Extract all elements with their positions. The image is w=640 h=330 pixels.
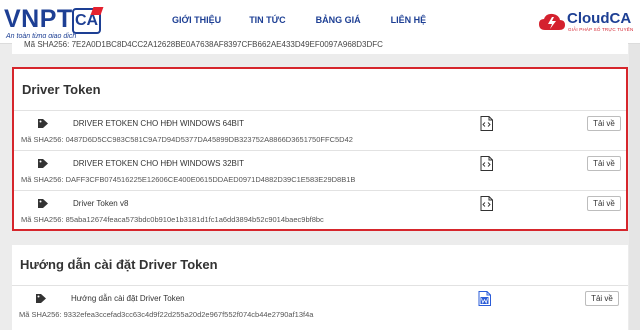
logo-ca-mark: CA [72,8,101,34]
download-item: DRIVER ETOKEN CHO HĐH WINDOWS 64BIT Mã S… [14,110,626,150]
section-title: Driver Token [22,82,101,97]
install-guide-section: Hướng dẫn cài đặt Driver Token Hướng dẫn… [12,245,628,330]
main-nav: GIỚI THIỆU TIN TỨC BẢNG GIÁ LIÊN HỆ [172,15,456,25]
sha256-text: Mã SHA256: DAFF3CFB074516225E12606CE400E… [21,175,356,184]
download-item: Driver Token v8 Mã SHA256: 85aba12674fea… [14,190,626,230]
download-button[interactable]: Tải về [587,196,621,211]
tag-icon [38,119,48,128]
download-button[interactable]: Tải về [587,116,621,131]
logo-text: VNPT [4,5,73,33]
tag-icon [38,199,48,208]
page-edge [629,44,640,330]
item-name: Hướng dẫn cài đặt Driver Token [71,294,185,303]
nav-item-about[interactable]: GIỚI THIỆU [172,15,221,25]
item-name: DRIVER ETOKEN CHO HĐH WINDOWS 32BIT [73,159,244,168]
download-item: DRIVER ETOKEN CHO HĐH WINDOWS 32BIT Mã S… [14,150,626,190]
previous-item-card: Mã SHA256: 7E2A0D1BC8D4CC2A12628BE0A7638… [12,38,628,54]
nav-item-news[interactable]: TIN TỨC [249,15,285,25]
word-document-icon [478,291,491,306]
section-title: Hướng dẫn cài đặt Driver Token [20,257,218,272]
tag-icon [36,294,46,303]
vnpt-ca-logo[interactable]: VNPT CA An toàn từng giao dịch [4,3,104,41]
item-name: Driver Token v8 [73,199,129,208]
cloudca-tagline: GIẢI PHÁP SỐ TRỰC TUYẾN [568,27,634,32]
download-button[interactable]: Tải về [585,291,619,306]
sha256-text: Mã SHA256: 85aba12674feaca573bdc0b910e1b… [21,215,324,224]
code-file-icon [480,196,493,211]
download-item: Hướng dẫn cài đặt Driver Token Mã SHA256… [12,285,628,325]
cloudca-logo[interactable]: CloudCA GIẢI PHÁP SỐ TRỰC TUYẾN [538,10,636,36]
download-button[interactable]: Tải về [587,156,621,171]
driver-token-section: Driver Token DRIVER ETOKEN CHO HĐH WINDO… [12,67,628,231]
code-file-icon [480,116,493,131]
cloud-icon [539,13,565,30]
code-file-icon [480,156,493,171]
sha256-text: Mã SHA256: 7E2A0D1BC8D4CC2A12628BE0A7638… [24,40,383,49]
cloudca-name: CloudCA [567,10,632,27]
nav-item-contact[interactable]: LIÊN HỆ [391,15,427,25]
sha256-text: Mã SHA256: 0487D6D5CC983C581C9A7D94D5377… [21,135,353,144]
sha256-text: Mã SHA256: 9332efea3ccefad3cc63c4d9f22d2… [19,310,314,319]
item-name: DRIVER ETOKEN CHO HĐH WINDOWS 64BIT [73,119,244,128]
tag-icon [38,159,48,168]
nav-item-pricing[interactable]: BẢNG GIÁ [316,15,361,25]
